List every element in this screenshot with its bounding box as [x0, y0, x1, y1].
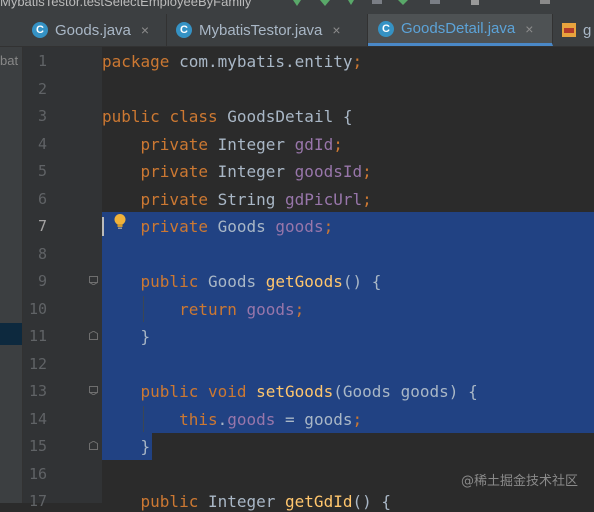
xml-icon — [562, 23, 576, 37]
class-icon: C — [32, 22, 48, 38]
code-line[interactable]: private String gdPicUrl; — [102, 190, 372, 210]
line-number: 16 — [28, 465, 47, 483]
line-number: 15 — [28, 437, 47, 455]
code-line[interactable]: private Integer gdId; — [102, 135, 343, 155]
profile-icon[interactable] — [372, 0, 382, 7]
line-number: 9 — [37, 272, 47, 290]
code-line[interactable]: } — [102, 327, 151, 347]
line-number: 14 — [28, 410, 47, 428]
run-icon[interactable] — [292, 0, 302, 7]
tab-label: GoodsDetail.java — [401, 20, 516, 37]
code-line[interactable]: public class GoodsDetail { — [102, 107, 352, 127]
close-icon[interactable]: × — [332, 22, 340, 38]
line-number: 2 — [37, 80, 47, 98]
watermark: @稀土掘金技术社区 — [460, 474, 578, 489]
build-icon[interactable] — [430, 0, 440, 7]
line-number: 3 — [37, 107, 47, 125]
tab-goods-java[interactable]: C Goods.java × — [22, 14, 167, 46]
tab-mybatistestor-java[interactable]: C MybatisTestor.java × — [166, 14, 368, 46]
tab-goodsdetail-java[interactable]: C GoodsDetail.java × — [368, 14, 553, 46]
run-configuration-label[interactable]: MybatisTestor.testSelectEmployeeByFamily — [0, 0, 251, 9]
line-number: 1 — [37, 52, 47, 70]
code-line[interactable]: public Integer getGdId() { — [102, 492, 391, 512]
class-icon: C — [378, 20, 394, 37]
line-number: 8 — [37, 245, 47, 263]
line-number: 12 — [28, 355, 47, 373]
tab-label: g — [583, 21, 592, 39]
line-number: 6 — [37, 190, 47, 208]
debug-icon[interactable] — [320, 0, 330, 7]
line-number: 10 — [28, 300, 47, 318]
fold-marker-icon[interactable] — [89, 386, 98, 395]
code-line[interactable]: } — [102, 437, 151, 457]
tab-xml-file[interactable]: g — [553, 14, 594, 46]
code-line[interactable]: public Goods getGoods() { — [102, 272, 382, 292]
project-tree-fragment: bat — [0, 53, 19, 68]
code-line[interactable]: private Integer goodsId; — [102, 162, 372, 182]
project-panel[interactable]: bat — [0, 47, 23, 503]
line-number: 11 — [28, 327, 47, 345]
tab-label: Goods.java — [55, 21, 131, 39]
tab-label: MybatisTestor.java — [199, 21, 323, 39]
code-line[interactable]: this.goods = goods; — [102, 410, 362, 430]
line-number: 13 — [28, 382, 47, 400]
code-line[interactable]: package com.mybatis.entity; — [102, 52, 362, 72]
close-icon[interactable]: × — [141, 22, 149, 38]
line-number: 17 — [28, 492, 47, 510]
code-line[interactable]: public void setGoods(Goods goods) { — [102, 382, 478, 402]
editor-tab-bar: C Goods.java × C MybatisTestor.java × C … — [0, 14, 594, 47]
code-line[interactable]: return goods; — [102, 300, 304, 320]
fold-marker-icon[interactable] — [89, 276, 98, 285]
search-everywhere-icon[interactable] — [540, 0, 550, 7]
project-tree-selected-row[interactable] — [0, 323, 22, 345]
class-icon: C — [176, 22, 192, 38]
code-line-current[interactable]: private Goods goods; — [102, 217, 334, 237]
fold-end-marker-icon[interactable] — [89, 331, 98, 340]
coverage-icon[interactable] — [346, 0, 356, 7]
line-number: 4 — [37, 135, 47, 153]
fold-end-marker-icon[interactable] — [89, 441, 98, 450]
line-number: 5 — [37, 162, 47, 180]
git-icon[interactable] — [470, 0, 480, 7]
top-toolbar: MybatisTestor.testSelectEmployeeByFamily — [0, 0, 594, 14]
line-number-current: 7 — [37, 217, 47, 235]
close-icon[interactable]: × — [525, 21, 533, 37]
stop-icon[interactable] — [398, 0, 408, 7]
